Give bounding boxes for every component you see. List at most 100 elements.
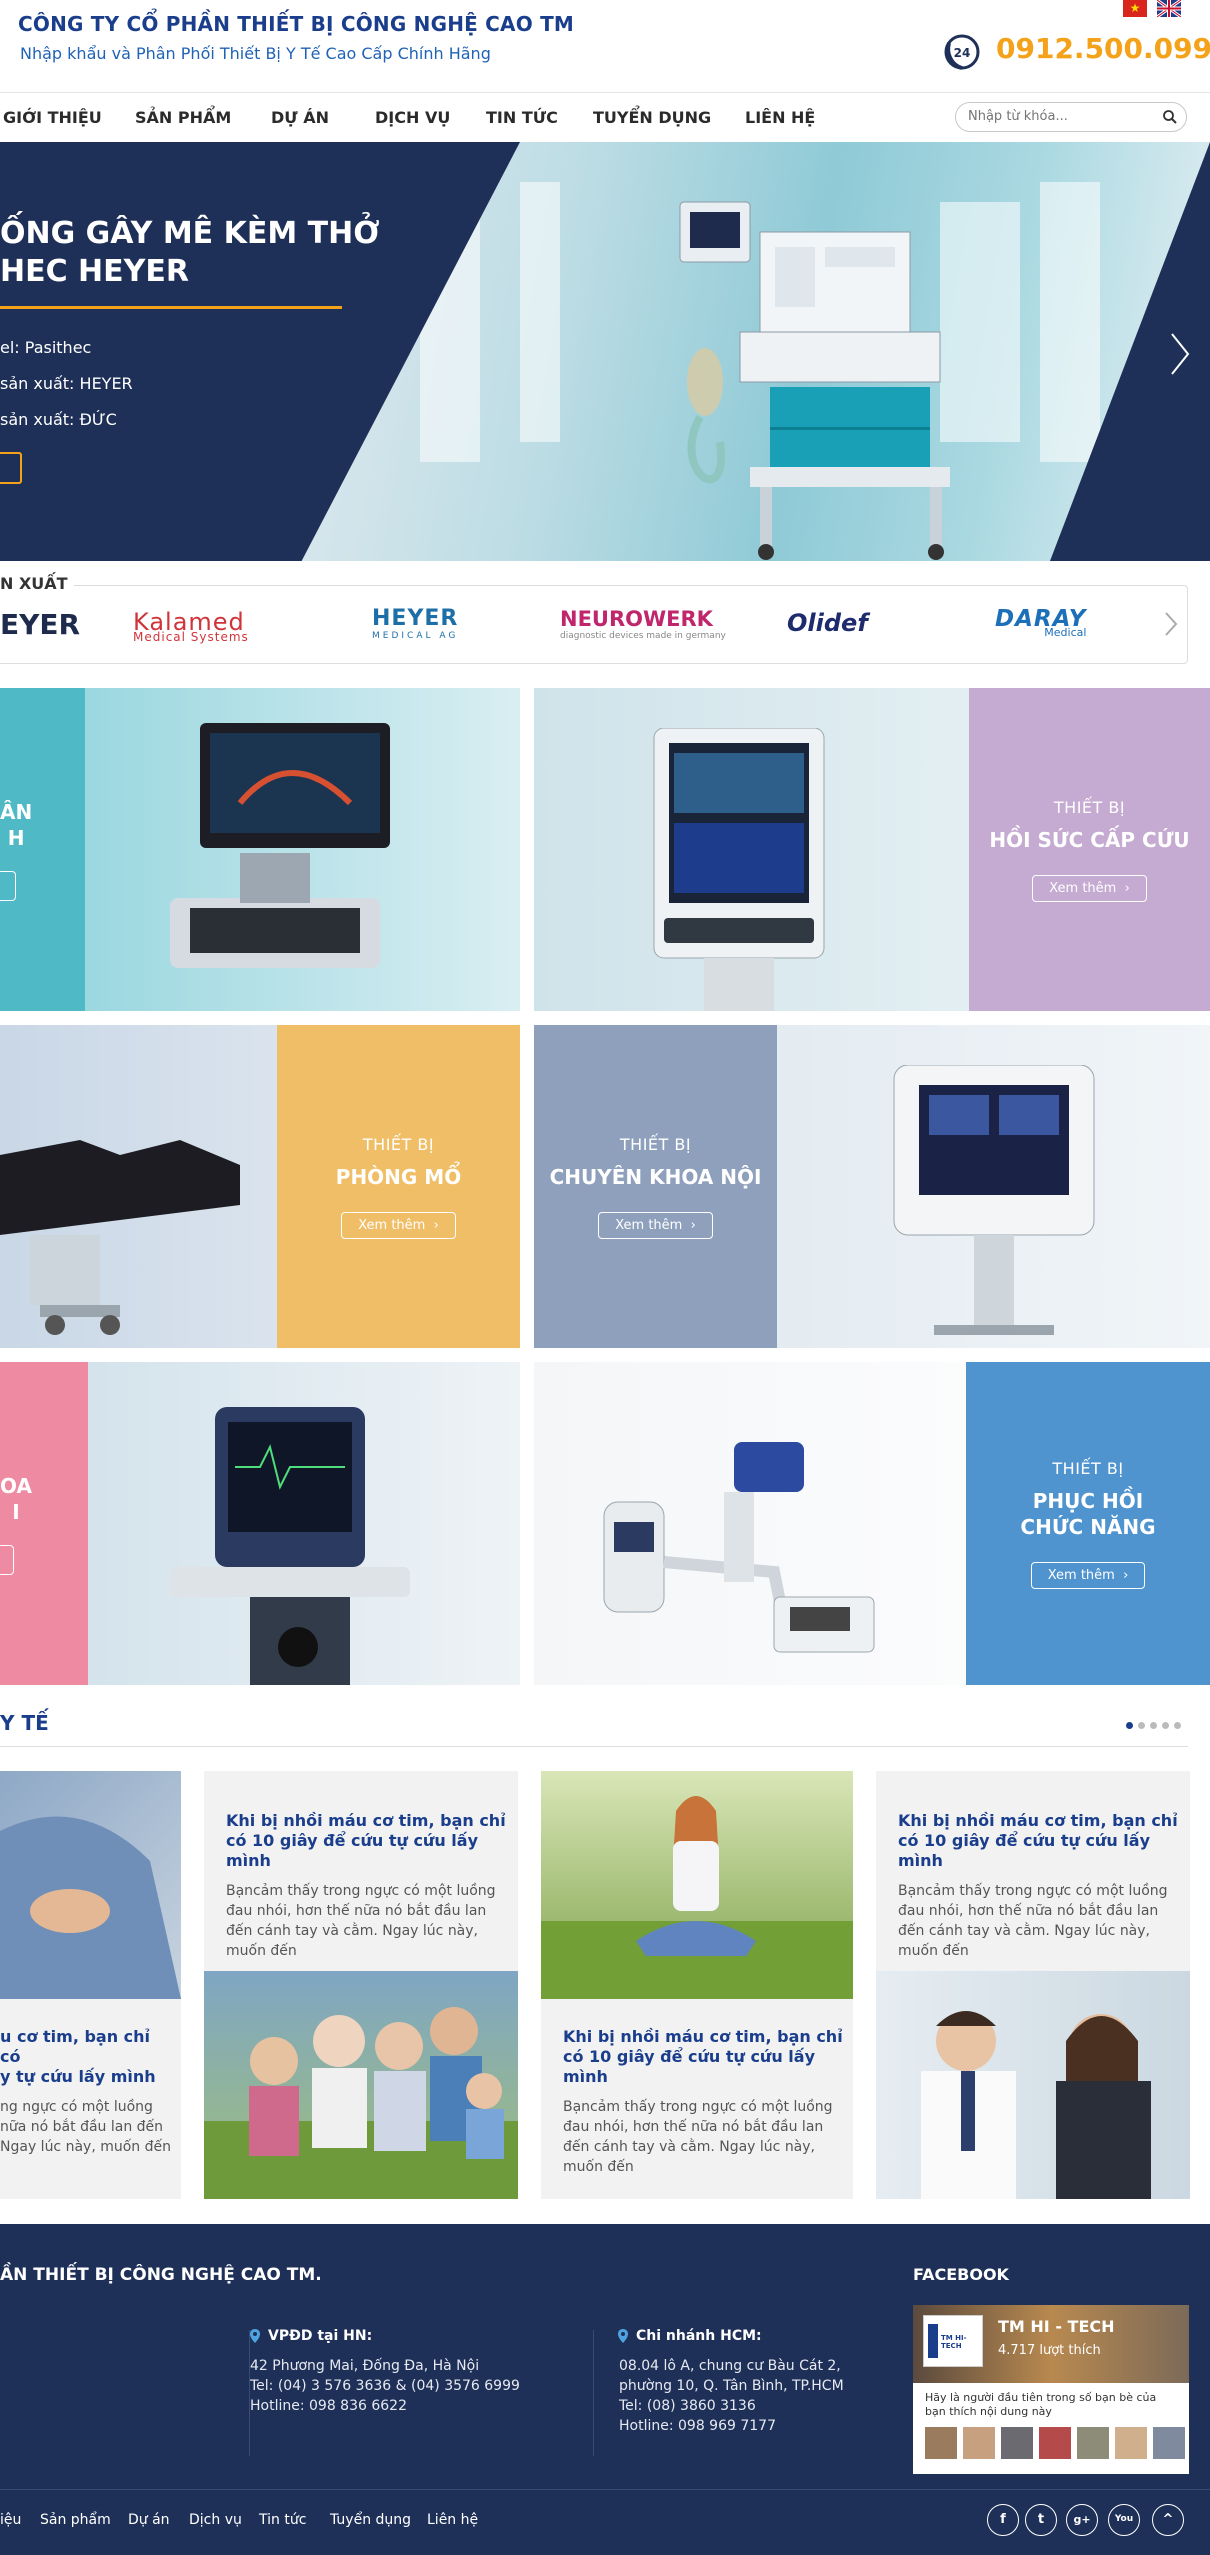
footer-link-tuyen-dung[interactable]: Tuyển dụng bbox=[330, 2512, 411, 2528]
facebook-page-logo: TM HI-TECH bbox=[923, 2315, 983, 2367]
facebook-logo-text: TM HI-TECH bbox=[941, 2334, 967, 2350]
category-panel-phuc-hoi: THIẾT BỊ PHỤC HỒI CHỨC NĂNG Xem thêm › bbox=[966, 1362, 1210, 1685]
kalamed-tagline: Medical Systems bbox=[133, 630, 249, 644]
news-card[interactable]: Khi bị nhồi máu cơ tim, bạn chỉ có 10 gi… bbox=[541, 1771, 853, 2199]
news-page-dot[interactable] bbox=[1162, 1722, 1169, 1729]
footer-link-lien-he[interactable]: Liên hệ bbox=[427, 2512, 478, 2528]
footer-hcm-line: Tel: (08) 3860 3136 bbox=[619, 2398, 756, 2414]
category-panel-sieu-am: ÂN H bbox=[0, 688, 85, 1011]
facebook-widget[interactable]: TM HI-TECH TM HI - TECH 4.717 lượt thích… bbox=[913, 2305, 1189, 2474]
vietnamese-flag-icon[interactable]: ★ bbox=[1123, 0, 1147, 17]
facebook-icon[interactable]: f bbox=[987, 2504, 1019, 2536]
phong-mo-more-button[interactable]: Xem thêm › bbox=[341, 1211, 456, 1239]
brand-logo-olidef[interactable]: Olidef bbox=[787, 609, 868, 637]
search-input[interactable] bbox=[968, 109, 1148, 124]
category-tile-phong-mo[interactable]: THIẾT BỊ PHÒNG MỔ Xem thêm › bbox=[0, 1025, 520, 1348]
brand-logo-neurowerk[interactable]: NEUROWERK diagnostic devices made in ger… bbox=[560, 607, 726, 641]
khoa-noi-more-button[interactable]: Xem thêm › bbox=[598, 1211, 713, 1239]
facebook-fan-avatar[interactable] bbox=[1077, 2427, 1109, 2459]
hero-spec-manufacturer: sản xuất: HEYER bbox=[0, 374, 133, 393]
news-card-text: Khi bị nhồi máu cơ tim, bạn chỉ có 10 gi… bbox=[898, 1811, 1188, 1961]
brand-logo-kalamed[interactable]: Kalamed Medical Systems bbox=[133, 608, 249, 644]
neurowerk-tagline: diagnostic devices made in germany bbox=[560, 631, 726, 641]
location-pin-icon bbox=[250, 2329, 260, 2343]
news-divider bbox=[0, 1746, 1188, 1747]
category-tile-hoi-suc[interactable]: THIẾT BỊ HỒI SỨC CẤP CỨU Xem thêm › bbox=[534, 688, 1210, 1011]
hoi-suc-more-button[interactable]: Xem thêm › bbox=[1032, 874, 1147, 902]
nav-item-dich-vu[interactable]: DỊCH VỤ bbox=[375, 108, 450, 127]
brands-next-arrow-icon[interactable] bbox=[1163, 610, 1179, 638]
hero-next-arrow-icon[interactable] bbox=[1168, 330, 1192, 378]
facebook-fan-avatar[interactable] bbox=[963, 2427, 995, 2459]
news-card[interactable]: u cơ tim, bạn chỉ có y tự cứu lấy mình ng… bbox=[0, 1771, 181, 2199]
nav-item-tin-tuc[interactable]: TIN TỨC bbox=[486, 108, 558, 127]
search-icon[interactable] bbox=[1162, 109, 1178, 125]
news-headline[interactable]: Khi bị nhồi máu cơ tim, bạn chỉ có 10 gi… bbox=[226, 1811, 516, 1871]
news-card[interactable]: Khi bị nhồi máu cơ tim, bạn chỉ có 10 gi… bbox=[204, 1771, 518, 2199]
category-subtitle: THIẾT BỊ bbox=[1052, 1458, 1124, 1478]
facebook-page-name[interactable]: TM HI - TECH bbox=[998, 2317, 1115, 2336]
footer-link-du-an[interactable]: Dự án bbox=[128, 2512, 170, 2528]
news-card[interactable]: Khi bị nhồi máu cơ tim, bạn chỉ có 10 gi… bbox=[876, 1771, 1190, 2199]
footer-column-divider bbox=[593, 2330, 594, 2456]
footer-link-tin-tuc[interactable]: Tin tức bbox=[259, 2512, 306, 2528]
category-tile-sieu-am[interactable]: ÂN H bbox=[0, 688, 520, 1011]
facebook-fan-avatar[interactable] bbox=[1153, 2427, 1185, 2459]
facebook-fan-avatar[interactable] bbox=[925, 2427, 957, 2459]
phuc-hoi-more-button[interactable]: Xem thêm › bbox=[1030, 1561, 1146, 1589]
footer-hcm-line: Hotline: 098 969 7177 bbox=[619, 2418, 776, 2434]
news-page-dot[interactable] bbox=[1138, 1722, 1145, 1729]
search-box bbox=[955, 102, 1187, 132]
brand-logo-daray[interactable]: DARAY Medical bbox=[995, 606, 1086, 639]
brand-logo-heyer-partial[interactable]: EYER bbox=[0, 608, 80, 641]
back-to-top-icon[interactable]: ^ bbox=[1152, 2504, 1184, 2536]
facebook-fan-avatar[interactable] bbox=[1001, 2427, 1033, 2459]
news-headline[interactable]: Khi bị nhồi máu cơ tim, bạn chỉ có 10 gi… bbox=[563, 2027, 853, 2087]
news-page-dot[interactable] bbox=[1174, 1722, 1181, 1729]
hotline-number[interactable]: 0912.500.099 bbox=[996, 32, 1210, 65]
news-page-dot[interactable] bbox=[1150, 1722, 1157, 1729]
news-page-dot[interactable] bbox=[1126, 1722, 1133, 1729]
category-title-khoa-noi: CHUYÊN KHOA NỘI bbox=[549, 1164, 762, 1189]
nav-item-gioi-thieu[interactable]: GIỚI THIỆU bbox=[3, 108, 102, 127]
footer-hn-line: Hotline: 098 836 6622 bbox=[250, 2398, 407, 2414]
category-panel-hoi-suc: THIẾT BỊ HỒI SỨC CẤP CỨU Xem thêm › bbox=[969, 688, 1210, 1011]
english-flag-icon[interactable] bbox=[1157, 0, 1181, 17]
category-more-button-partial[interactable] bbox=[0, 1544, 14, 1575]
google-plus-icon[interactable]: g+ bbox=[1066, 2504, 1098, 2536]
hero-detail-button[interactable] bbox=[0, 452, 22, 484]
nav-item-tuyen-dung[interactable]: TUYỂN DỤNG bbox=[593, 108, 711, 127]
footer-hn-address: 42 Phương Mai, Đống Đa, Hà Nội Tel: (04)… bbox=[250, 2356, 520, 2416]
footer-bottom-divider bbox=[0, 2489, 1210, 2490]
youtube-icon[interactable]: You bbox=[1108, 2504, 1140, 2536]
news-card-text: Khi bị nhồi máu cơ tim, bạn chỉ có 10 gi… bbox=[563, 2027, 853, 2177]
category-more-button-partial[interactable] bbox=[0, 870, 16, 901]
category-tile-partial[interactable]: OA I bbox=[0, 1362, 520, 1685]
news-excerpt: Bạncảm thấy trong ngực có một luồng đau … bbox=[563, 2099, 833, 2175]
hero-title-line-2: HEC HEYER bbox=[0, 254, 189, 289]
news-card-text: Khi bị nhồi máu cơ tim, bạn chỉ có 10 gi… bbox=[226, 1811, 516, 1961]
nav-item-san-pham[interactable]: SẢN PHẨM bbox=[135, 108, 231, 127]
category-tile-phuc-hoi[interactable]: THIẾT BỊ PHỤC HỒI CHỨC NĂNG Xem thêm › bbox=[534, 1362, 1210, 1685]
footer-link-dich-vu[interactable]: Dịch vụ bbox=[189, 2512, 242, 2528]
facebook-fan-avatar[interactable] bbox=[1039, 2427, 1071, 2459]
footer-link-gioi-thieu[interactable]: iệu bbox=[0, 2512, 21, 2528]
nav-item-lien-he[interactable]: LIÊN HỆ bbox=[745, 108, 815, 127]
footer-link-san-pham[interactable]: Sản phẩm bbox=[40, 2512, 111, 2528]
category-subtitle: THIẾT BỊ bbox=[362, 1134, 435, 1154]
ventilator-image bbox=[893, 1065, 1095, 1335]
news-image-chest-pain bbox=[0, 1771, 181, 1999]
surgical-table-image bbox=[0, 1140, 240, 1335]
hero-title: ỐNG GÂY MÊ KÈM THỞ HEC HEYER bbox=[0, 215, 379, 291]
company-slogan: Nhập khẩu và Phân Phối Thiết Bị Y Tế Cao… bbox=[20, 44, 491, 63]
category-tile-khoa-noi[interactable]: THIẾT BỊ CHUYÊN KHOA NỘI Xem thêm › bbox=[534, 1025, 1210, 1348]
ultrasound-machine-image bbox=[170, 723, 390, 968]
facebook-likes: 4.717 lượt thích bbox=[998, 2343, 1101, 2358]
news-headline[interactable]: Khi bị nhồi máu cơ tim, bạn chỉ có 10 gi… bbox=[898, 1811, 1188, 1871]
twitter-icon[interactable]: t bbox=[1025, 2504, 1057, 2536]
news-excerpt: Bạncảm thấy trong ngực có một luồng đau … bbox=[226, 1883, 496, 1959]
facebook-fan-avatar[interactable] bbox=[1115, 2427, 1147, 2459]
news-image-meditation bbox=[541, 1771, 853, 1999]
nav-item-du-an[interactable]: DỰ ÁN bbox=[271, 108, 329, 127]
brand-logo-heyer[interactable]: HEYER MEDICAL AG bbox=[372, 606, 458, 641]
